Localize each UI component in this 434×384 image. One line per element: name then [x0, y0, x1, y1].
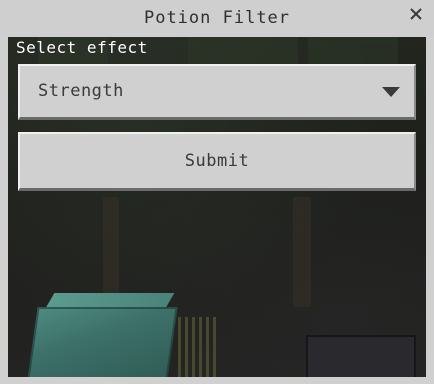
diamond-block	[26, 307, 178, 377]
submit-button[interactable]: Submit	[18, 132, 416, 191]
dark-block	[306, 335, 416, 377]
close-icon[interactable]	[408, 6, 424, 22]
tree-trunk	[293, 197, 311, 307]
window-title: Potion Filter	[143, 8, 291, 28]
select-effect-label: Select effect	[16, 38, 148, 57]
tall-grass	[178, 317, 218, 377]
submit-label: Submit	[184, 151, 250, 171]
effect-dropdown[interactable]: Strength	[18, 64, 416, 120]
potion-filter-window: Potion Filter Select effect Strength Sub…	[0, 0, 434, 384]
chevron-down-icon	[382, 87, 400, 97]
dropdown-selected-value: Strength	[38, 81, 124, 101]
title-bar: Potion Filter	[0, 0, 434, 36]
